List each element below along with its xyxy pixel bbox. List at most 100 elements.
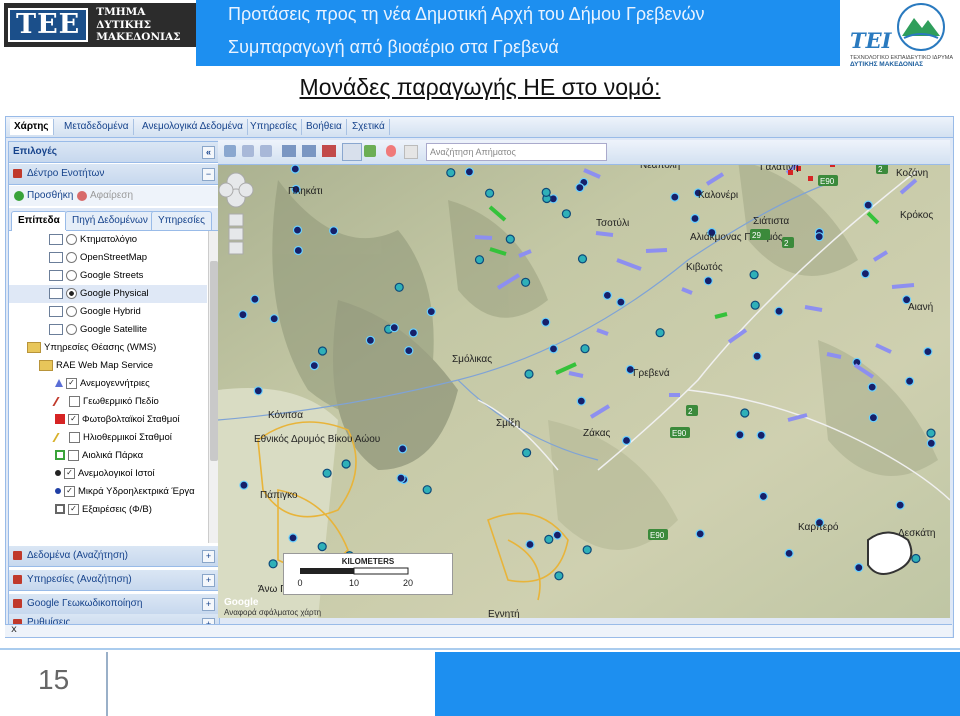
layer-tree-item[interactable]: ✓ Φωτοβολταϊκοί Σταθμοί [9, 411, 207, 429]
layer-tree-item[interactable]: Google Satellite [9, 321, 207, 339]
hydro-station-marker[interactable] [541, 187, 551, 198]
hydro-station-marker[interactable] [577, 254, 588, 264]
hydro-station-marker[interactable] [464, 167, 474, 177]
layer-tree-item[interactable]: Ηλιοθερμικοί Σταθμοί [9, 429, 207, 447]
hydro-station-marker[interactable] [690, 213, 700, 224]
close-icon[interactable]: x [11, 624, 17, 635]
plus-icon[interactable]: + [202, 598, 215, 611]
hydro-station-marker[interactable] [621, 435, 632, 446]
layer-tree-item[interactable]: ✓ Ανεμολογικοί Ιστοί [9, 465, 207, 483]
hydro-station-marker[interactable] [394, 282, 404, 292]
map-canvas[interactable]: Νεάπολη Καλονέρι Σιάτιστα Τσοτύλι Αλιάκμονας… [218, 140, 950, 618]
select-tool-icon[interactable] [342, 143, 362, 161]
hydro-station-marker[interactable] [752, 351, 762, 361]
radio-button[interactable] [66, 323, 77, 335]
hydro-station-marker[interactable] [485, 188, 495, 198]
hydro-station-marker[interactable] [329, 226, 339, 236]
hydro-station-marker[interactable] [389, 323, 399, 333]
tab-services[interactable]: Υπηρεσίες [246, 119, 302, 135]
hydro-station-marker[interactable] [561, 209, 571, 219]
pan-right-icon[interactable] [238, 182, 254, 198]
layer-tree-item[interactable]: Google Hybrid [9, 303, 207, 321]
hydro-station-marker[interactable] [288, 533, 298, 543]
hydro-station-marker[interactable] [521, 277, 531, 287]
layers-icon[interactable] [364, 145, 376, 157]
layer-checkbox[interactable]: ✓ [66, 377, 77, 389]
layer-checkbox[interactable] [68, 449, 79, 461]
hydro-station-marker[interactable] [548, 344, 559, 354]
hydro-station-marker[interactable] [703, 276, 713, 286]
radio-button[interactable] [66, 233, 77, 245]
plus-icon[interactable]: + [202, 574, 215, 587]
info-icon[interactable] [404, 145, 418, 159]
section-services-search[interactable]: Υπηρεσίες (Αναζήτηση) + [9, 570, 219, 591]
section-data-search[interactable]: Δεδομένα (Αναζήτηση) + [9, 546, 219, 567]
radio-button[interactable] [66, 251, 77, 263]
minus-icon[interactable]: − [202, 168, 215, 181]
hydro-station-marker[interactable] [867, 382, 877, 392]
hydro-station-marker[interactable] [253, 386, 263, 396]
hydro-station-marker[interactable] [426, 307, 436, 317]
hydro-station-marker[interactable] [525, 539, 535, 550]
layer-tree-item[interactable]: ✓ Ανεμογεννήτριες [9, 375, 207, 393]
hydro-station-marker[interactable] [926, 438, 936, 448]
hydro-station-marker[interactable] [863, 200, 873, 210]
layer-tree-item[interactable]: Google Physical [9, 285, 207, 303]
hydro-station-marker[interactable] [408, 328, 418, 338]
layer-tree-item[interactable]: OpenStreetMap [9, 249, 207, 267]
hydro-station-marker[interactable] [554, 571, 564, 581]
layer-checkbox[interactable]: ✓ [68, 503, 79, 515]
hydro-station-marker[interactable] [695, 529, 705, 539]
layer-tree-item[interactable]: Αιολικά Πάρκα [9, 447, 207, 465]
wind-farm-marker[interactable] [645, 248, 668, 253]
hydro-station-marker[interactable] [602, 290, 612, 300]
map-search-input[interactable]: Αναζήτηση Απήματος [426, 143, 607, 161]
hydro-station-marker[interactable] [269, 314, 279, 324]
hydro-station-marker[interactable] [580, 344, 590, 354]
hydro-station-marker[interactable] [749, 270, 759, 280]
add-button[interactable]: Προσθήκη [27, 186, 73, 206]
zoom-slider[interactable] [228, 227, 244, 241]
tab-wind-data[interactable]: Ανεμολογικά Δεδομένα [138, 119, 248, 135]
subtab-services[interactable]: Υπηρεσίες [151, 211, 212, 230]
tree-section-header[interactable]: Δέντρο Ενοτήτων − [9, 164, 219, 185]
hydro-station-marker[interactable] [860, 269, 871, 279]
hydro-station-marker[interactable] [505, 234, 515, 244]
hydro-station-marker[interactable] [290, 164, 300, 174]
zoom-in-icon[interactable] [228, 213, 244, 227]
layer-checkbox[interactable]: ✓ [64, 485, 75, 497]
hydro-station-marker[interactable] [784, 548, 794, 558]
hydro-station-marker[interactable] [541, 317, 551, 327]
layer-tree-item[interactable]: ✓ Εξαιρέσεις (Φ/Β) [9, 501, 207, 519]
hydro-station-marker[interactable] [740, 408, 750, 418]
hydro-station-marker[interactable] [926, 428, 936, 438]
hydro-station-marker[interactable] [317, 346, 328, 356]
collapse-icon[interactable]: « [202, 146, 215, 159]
hydro-station-marker[interactable] [396, 473, 406, 483]
pv-station-marker[interactable] [808, 176, 813, 181]
hydro-station-marker[interactable] [854, 563, 864, 573]
hydro-station-marker[interactable] [655, 328, 665, 338]
hydro-station-marker[interactable] [904, 376, 915, 386]
hydro-station-marker[interactable] [365, 335, 375, 345]
hydro-station-marker[interactable] [398, 444, 408, 454]
layer-tree-item[interactable]: Google Streets [9, 267, 207, 285]
hydro-station-marker[interactable] [522, 448, 532, 458]
layer-checkbox[interactable]: ✓ [64, 467, 75, 479]
hydro-station-marker[interactable] [582, 545, 592, 555]
layer-tree-item[interactable]: ✓ Μικρά Υδροηλεκτρικά Έργα [9, 483, 207, 501]
hydro-station-marker[interactable] [911, 553, 921, 564]
wind-farm-marker[interactable] [474, 235, 493, 240]
hydro-station-marker[interactable] [575, 182, 585, 193]
map-report-link[interactable]: Αναφορά σφάλματος χάρτη [224, 608, 321, 617]
hydro-station-marker[interactable] [552, 530, 562, 540]
plus-icon[interactable]: + [202, 550, 215, 563]
measure-icon[interactable] [282, 145, 296, 157]
hydro-station-marker[interactable] [750, 300, 760, 310]
hydro-station-marker[interactable] [292, 225, 303, 235]
ruler-icon[interactable] [302, 145, 316, 157]
subtab-layers[interactable]: Επίπεδα [11, 211, 67, 231]
hydro-station-marker[interactable] [239, 480, 249, 490]
arrows-icon[interactable] [260, 145, 272, 157]
pan-hand-icon[interactable] [224, 145, 236, 157]
